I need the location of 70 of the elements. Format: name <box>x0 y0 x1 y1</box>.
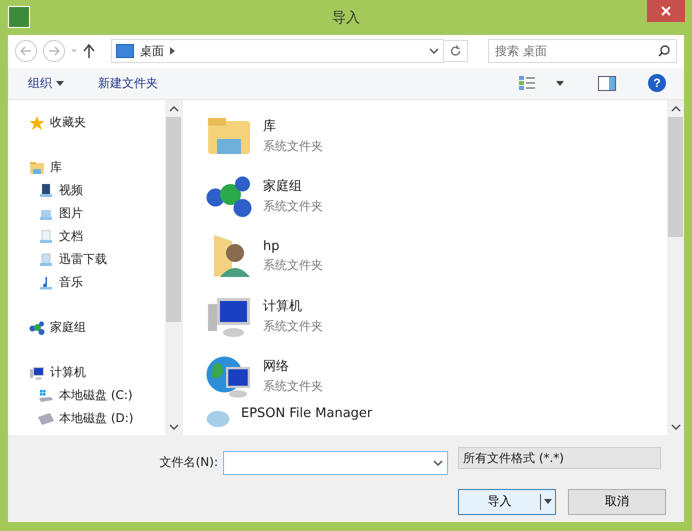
scroll-up-icon <box>670 106 680 112</box>
back-arrow-icon <box>20 46 32 56</box>
file-name-field[interactable] <box>223 450 448 475</box>
close-icon <box>661 6 671 16</box>
chevron-right-icon <box>170 47 175 56</box>
item-type: 系统文件夹 <box>263 198 323 216</box>
list-view-icon <box>518 75 536 92</box>
sidebar-item[interactable]: 家庭组 <box>8 316 92 340</box>
sidebar-item[interactable]: 文档 <box>8 225 89 248</box>
sidebar-item-icon <box>38 228 54 245</box>
new-folder-button[interactable]: 新建文件夹 <box>96 72 160 94</box>
search-field[interactable]: 搜索 桌面 <box>488 39 677 64</box>
scroll-down-icon <box>168 424 178 430</box>
scrollbar[interactable] <box>165 100 182 436</box>
sidebar-item[interactable]: 收藏夹 <box>8 111 92 134</box>
item-type: 系统文件夹 <box>263 318 323 336</box>
caret-icon <box>556 80 564 86</box>
sidebar-item[interactable]: 迅雷下载 <box>8 248 113 272</box>
desktop-icon <box>116 44 134 58</box>
sidebar-item[interactable]: 图片 <box>8 202 89 226</box>
sidebar-item-icon <box>29 114 45 131</box>
address-bar[interactable]: 桌面 <box>111 39 444 64</box>
search-icon <box>658 45 670 58</box>
caret-icon <box>544 499 552 504</box>
sidebar-item-icon <box>38 252 54 268</box>
scroll-down-icon <box>670 424 680 430</box>
sidebar-item[interactable]: 视频 <box>8 179 89 202</box>
window-title: 导入 <box>332 8 360 26</box>
import-button[interactable]: 导入 <box>458 488 556 514</box>
item-name[interactable]: 计算机 <box>263 297 323 316</box>
sidebar-item[interactable]: 库 <box>8 156 68 180</box>
app-logo-icon <box>8 6 30 28</box>
up-arrow-icon <box>83 44 95 58</box>
cancel-button[interactable]: 取消 <box>568 488 666 514</box>
item-name[interactable]: EPSON File Manager <box>241 406 372 422</box>
sidebar-item[interactable]: 本地磁盘 (D:) <box>8 407 140 430</box>
sidebar-item-icon <box>29 320 45 336</box>
scrollbar[interactable] <box>667 100 684 436</box>
sidebar-item[interactable]: 计算机 <box>8 361 92 384</box>
preview-pane-icon <box>598 76 616 91</box>
sidebar-item-icon <box>38 388 54 404</box>
file-type-dropdown[interactable]: 所有文件格式 (*.*) <box>458 447 661 470</box>
caret-icon <box>71 49 77 54</box>
caret-icon <box>56 80 64 86</box>
location-text: 桌面 <box>140 42 164 60</box>
item-type: 系统文件夹 <box>263 378 323 396</box>
item-name[interactable]: 网络 <box>263 357 323 376</box>
refresh-button[interactable] <box>444 40 468 62</box>
dropdown-chevron-icon <box>429 48 439 54</box>
sidebar-item[interactable]: 音乐 <box>8 271 89 294</box>
item-type: 系统文件夹 <box>263 138 323 156</box>
sidebar-item[interactable]: 本地磁盘 (C:) <box>8 384 139 408</box>
scroll-up-icon <box>168 106 178 112</box>
file-name-label: 文件名(N): <box>160 454 218 472</box>
organize-menu[interactable]: 组织 <box>26 72 66 94</box>
sidebar-item-icon <box>38 274 54 291</box>
help-button[interactable]: ? <box>648 74 666 92</box>
item-name[interactable]: hp <box>263 238 323 254</box>
forward-arrow-icon <box>48 46 60 56</box>
item-name[interactable]: 库 <box>263 117 323 136</box>
sidebar-item-icon <box>29 364 45 381</box>
item-name[interactable]: 家庭组 <box>263 177 323 196</box>
close-button[interactable] <box>647 0 685 22</box>
sidebar-item-icon <box>29 160 45 176</box>
sidebar-item-icon <box>38 410 54 427</box>
dropdown-chevron-icon <box>433 460 443 466</box>
preview-pane-button[interactable] <box>596 74 618 93</box>
sidebar-item-icon <box>38 182 54 199</box>
refresh-icon <box>450 44 461 58</box>
item-type: 系统文件夹 <box>263 256 323 274</box>
